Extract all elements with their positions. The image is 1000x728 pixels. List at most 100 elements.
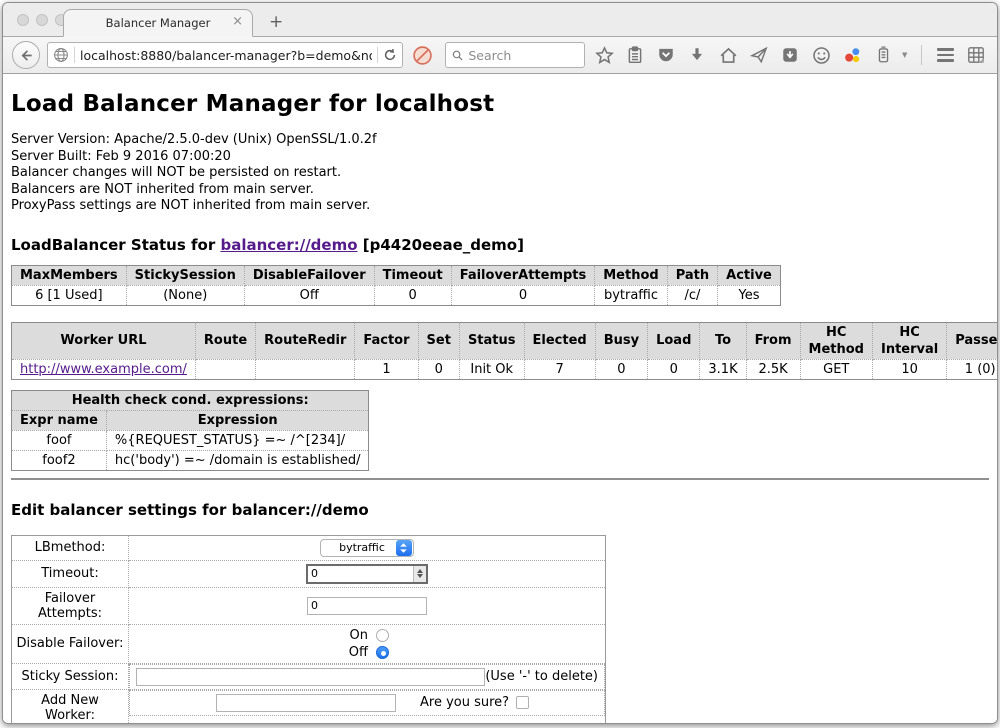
server-info: Server Version: Apache/2.5.0-dev (Unix) … [11,132,989,215]
failover-attempts-input[interactable] [307,597,427,615]
worker-cell: 0 [595,359,647,379]
tab-balancer-manager[interactable]: Balancer Manager × [63,9,253,37]
reload-icon[interactable] [383,48,397,62]
balancer-cell: 0 [374,285,451,305]
urlbar-divider [377,47,378,63]
health-col-header: Expression [106,410,369,430]
worker-cell [256,359,355,379]
balancer-col-header: DisableFailover [244,265,374,285]
container-extension-icon[interactable] [871,43,895,67]
add-worker-input[interactable] [216,694,396,712]
page-content: Load Balancer Manager for localhost Serv… [3,74,997,724]
select-stepper-icon [396,540,412,556]
status-prefix: LoadBalancer Status for [11,236,220,254]
balancer-col-header: Method [595,265,667,285]
feedback-smiley-icon[interactable] [809,43,833,67]
sticky-session-input[interactable] [136,668,485,686]
sidebar-grid-icon[interactable] [964,43,988,67]
bookmark-star-icon[interactable] [592,43,616,67]
worker-cell: GET [800,359,872,379]
radio-on-label: On [342,628,368,643]
window-controls [17,14,67,26]
balancer-cell: /c/ [667,285,717,305]
menu-icon[interactable] [933,43,957,67]
health-title-row: Health check cond. expressions: [12,390,369,410]
site-identity-globe-icon[interactable] [53,47,69,63]
expr-name: foof2 [12,450,107,470]
back-button[interactable] [12,41,40,69]
lbmethod-selected-value: bytraffic [335,541,395,554]
lbmethod-select[interactable]: bytraffic [320,539,414,557]
balancer-data-row: 6 [1 Used](None)Off00bytraffic/c/Yes [12,285,781,305]
overflow-caret-icon[interactable]: ▼ [902,51,910,59]
health-header-row: Expr nameExpression [12,410,369,430]
reading-list-icon[interactable] [623,43,647,67]
number-spinner-icon[interactable] [413,566,426,582]
sticky-session-label: Sticky Session: [12,663,129,690]
worker-col-header: Factor [355,322,418,359]
balancer-col-header: Timeout [374,265,451,285]
balancer-status-table: MaxMembersStickySessionDisableFailoverTi… [11,265,781,306]
plugin-blocked-icon[interactable] [410,43,434,67]
failover-off-radio[interactable] [376,646,389,659]
worker-col-header: HC Method [800,322,872,359]
worker-cell [195,359,255,379]
health-check-table: Health check cond. expressions: Expr nam… [11,390,369,471]
worker-cell: 1 (0) [947,359,998,379]
failover-attempts-row: Failover Attempts: [12,587,606,624]
send-tab-icon[interactable] [747,43,771,67]
balancer-cell: 6 [1 Used] [12,285,127,305]
worker-cell: 1 [355,359,418,379]
health-row: foof2 hc('body') =~ /domain is establish… [12,450,369,470]
balancer-link[interactable]: balancer://demo [220,236,357,254]
page-title: Load Balancer Manager for localhost [11,91,989,117]
url-text[interactable]: localhost:8880/balancer-manager?b=demo&n… [80,48,372,63]
new-tab-button[interactable]: + [269,14,283,31]
balancer-col-header: FailoverAttempts [451,265,595,285]
failover-attempts-label: Failover Attempts: [12,587,129,624]
home-icon[interactable] [716,43,740,67]
worker-col-header: HC Interval [872,322,946,359]
balancer-col-header: Path [667,265,717,285]
toolbar-divider [921,45,922,65]
health-row: foof %{REQUEST_STATUS} =~ /^[234]/ [12,430,369,450]
worker-cell: 7 [524,359,595,379]
worker-col-header: Status [459,322,524,359]
disable-failover-radios: On Off [133,628,601,660]
status-heading: LoadBalancer Status for balancer://demo … [11,236,989,254]
balancer-cell: (None) [126,285,244,305]
balancer-cell: bytraffic [595,285,667,305]
sticky-session-row: Sticky Session: (Use '-' to delete) [12,663,606,690]
add-worker-row: Add New Worker: Are you sure? [12,690,606,724]
balancer-cell: Yes [718,285,781,305]
tab-title: Balancer Manager [106,16,211,30]
search-input[interactable] [468,48,578,63]
search-bar[interactable] [445,42,585,68]
panel-download-icon[interactable] [778,43,802,67]
minimize-window-button[interactable] [36,14,48,26]
worker-cell: Init Ok [459,359,524,379]
notice-persist: Balancer changes will NOT be persisted o… [11,165,989,182]
pocket-icon[interactable] [654,43,678,67]
close-window-button[interactable] [17,14,29,26]
are-you-sure-label: Are you sure? [420,695,509,710]
worker-url-link[interactable]: http://www.example.com/ [20,362,187,377]
url-bar[interactable]: localhost:8880/balancer-manager?b=demo&n… [47,42,403,68]
worker-table: Worker URLRouteRouteRedirFactorSetStatus… [11,322,998,380]
worker-col-header: RouteRedir [256,322,355,359]
health-table-title: Health check cond. expressions: [12,390,369,410]
worker-cell: 0 [648,359,700,379]
downloads-icon[interactable] [685,43,709,67]
server-built: Server Built: Feb 9 2016 07:00:20 [11,149,989,166]
failover-on-radio[interactable] [376,629,389,642]
are-you-sure-checkbox[interactable] [516,696,529,709]
worker-cell: 0 [418,359,459,379]
notice-balancers: Balancers are NOT inherited from main se… [11,182,989,199]
worker-col-header: Worker URL [12,322,196,359]
timeout-input[interactable] [308,566,413,582]
colored-dots-extension-icon[interactable] [840,43,864,67]
timeout-field-wrap [306,564,428,584]
tab-close-icon[interactable]: × [232,15,243,28]
balancer-cell: Off [244,285,374,305]
browser-window: Balancer Manager × + localhost:8880/bala… [2,2,998,724]
